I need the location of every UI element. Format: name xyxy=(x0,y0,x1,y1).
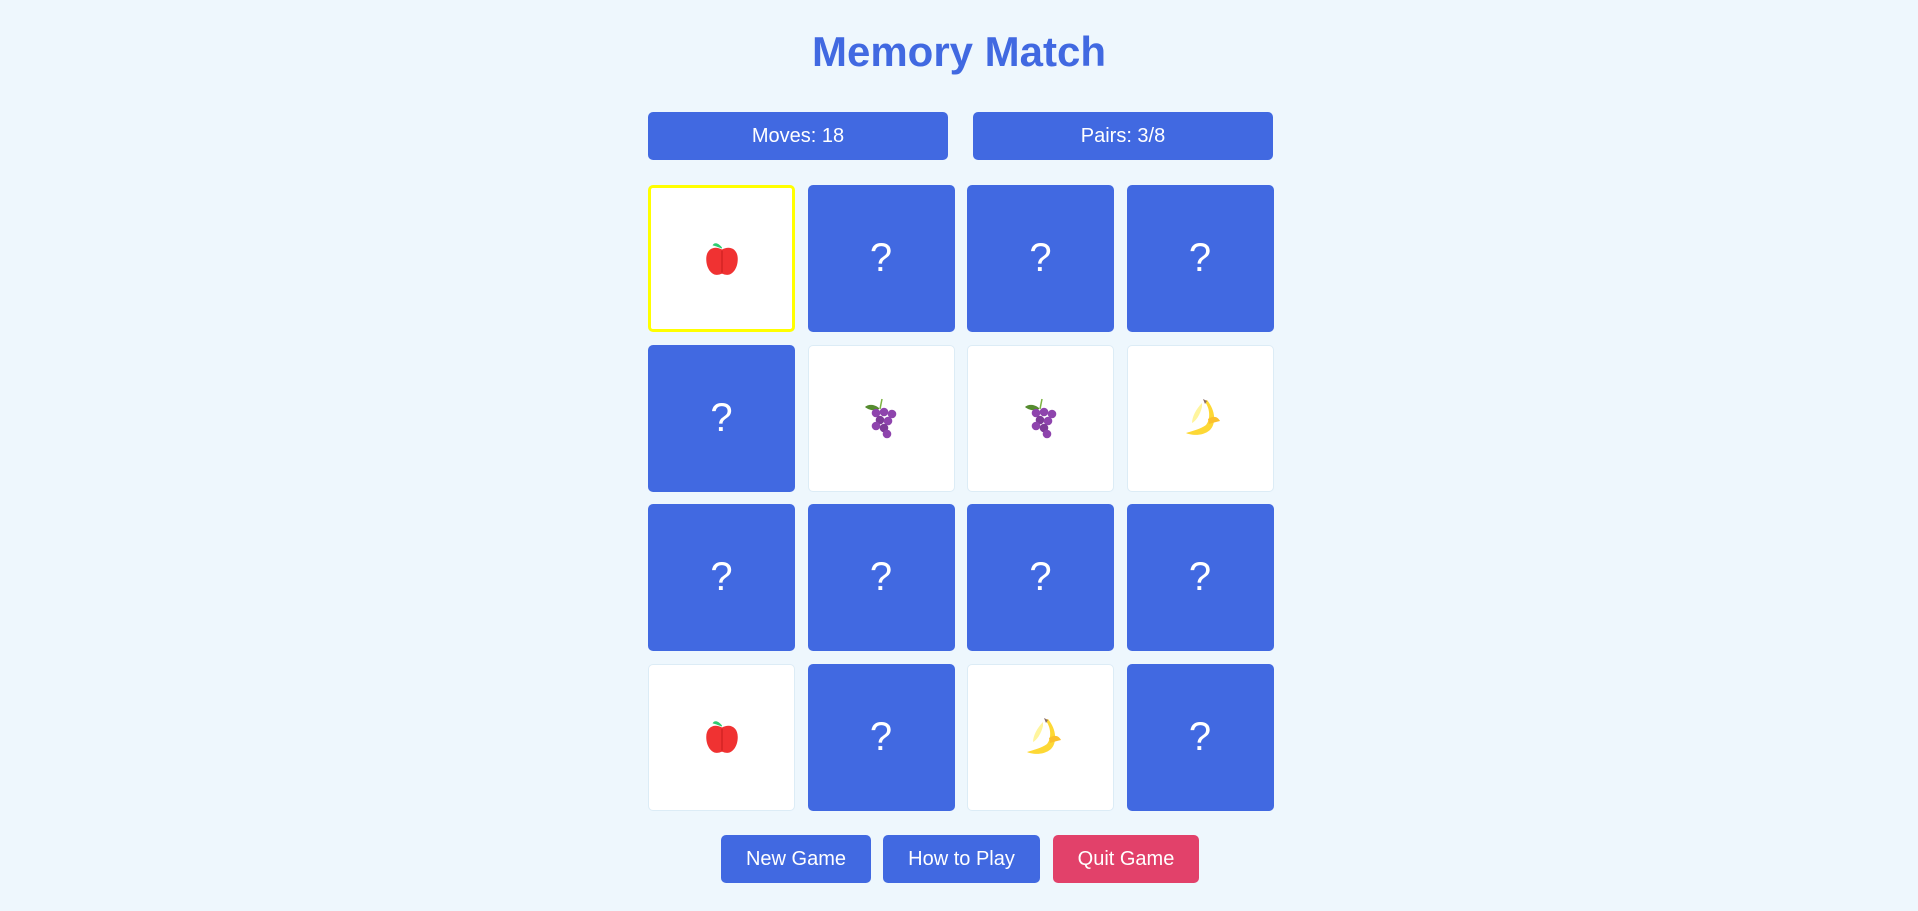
card-3[interactable]: ? xyxy=(967,185,1114,332)
card-14[interactable]: ? xyxy=(807,663,955,811)
hidden-card-symbol: ? xyxy=(1029,555,1052,599)
card-8[interactable] xyxy=(1126,344,1274,492)
card-13[interactable] xyxy=(648,663,795,811)
moves-counter: Moves: 18 xyxy=(648,112,948,160)
apple-icon xyxy=(701,238,743,280)
hidden-card-symbol: ? xyxy=(710,555,733,599)
new-game-button[interactable]: New Game xyxy=(721,835,871,883)
hidden-card-symbol: ? xyxy=(869,236,893,280)
hidden-card-symbol: ? xyxy=(1188,236,1212,280)
grapes-icon xyxy=(863,397,899,439)
card-2[interactable]: ? xyxy=(807,185,955,332)
card-10[interactable]: ? xyxy=(807,504,955,651)
grapes-icon xyxy=(1023,397,1059,439)
page-title: Memory Match xyxy=(811,28,1107,75)
hidden-card-symbol: ? xyxy=(869,555,893,599)
card-grid: ? ? ? ? ? ? ? ? ? ? xyxy=(648,185,1274,811)
banana-icon xyxy=(1178,397,1222,439)
card-16[interactable]: ? xyxy=(1126,663,1274,811)
banana-icon xyxy=(1019,716,1063,758)
card-12[interactable]: ? xyxy=(1126,504,1274,651)
apple-icon xyxy=(701,716,743,758)
card-6[interactable] xyxy=(807,344,955,492)
hidden-card-symbol: ? xyxy=(1188,714,1212,759)
card-15[interactable] xyxy=(967,663,1114,811)
card-9[interactable]: ? xyxy=(648,504,795,651)
card-1[interactable] xyxy=(648,185,795,332)
card-11[interactable]: ? xyxy=(967,504,1114,651)
quit-game-button[interactable]: Quit Game xyxy=(1053,835,1199,883)
pairs-counter: Pairs: 3/8 xyxy=(973,112,1273,160)
hidden-card-symbol: ? xyxy=(1029,236,1052,280)
hidden-card-symbol: ? xyxy=(710,395,733,440)
card-7[interactable] xyxy=(967,344,1114,492)
hidden-card-symbol: ? xyxy=(1188,555,1212,599)
card-4[interactable]: ? xyxy=(1126,185,1274,332)
stats-bar: Moves: 18 Pairs: 3/8 xyxy=(648,112,1273,160)
card-5[interactable]: ? xyxy=(648,344,795,492)
controls: New Game How to Play Quit Game xyxy=(0,835,1918,883)
hidden-card-symbol: ? xyxy=(869,714,893,759)
how-to-play-button[interactable]: How to Play xyxy=(883,835,1040,883)
